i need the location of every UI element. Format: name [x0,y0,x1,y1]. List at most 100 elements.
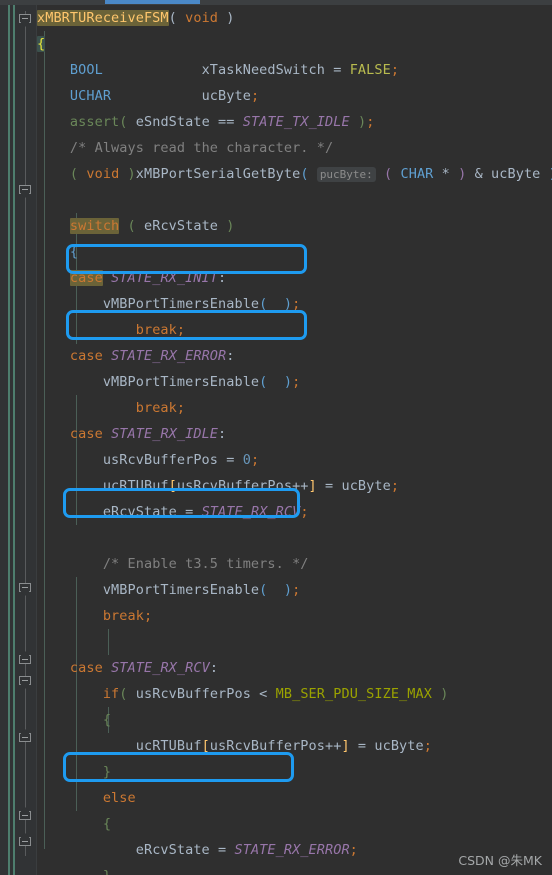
vcs-change-stripe-right [13,5,15,875]
keyword-break-3: break; [102,608,153,624]
code-line-32[interactable]: { [37,811,552,837]
code-line-13[interactable]: break; [37,317,552,343]
code-line-15[interactable]: vMBPortTimersEnable( ); [37,369,552,395]
code-line-24[interactable]: break; [37,603,552,629]
code-line-19[interactable]: ucRTUBuf[usRcvBufferPos++] = ucByte; [37,473,552,499]
code-line-31[interactable]: else [37,785,552,811]
code-line-7[interactable]: ( void )xMBPortSerialGetByte( pucByte: (… [37,161,552,187]
punct: ( [119,686,136,702]
punct: ; [292,374,301,390]
code-line-4[interactable]: UCHAR ucByte; [37,83,552,109]
code-line-14[interactable]: case STATE_RX_ERROR: [37,343,552,369]
open-brace-if: { [102,712,112,728]
fold-marker-function-end[interactable] [19,832,33,846]
function-name-token: xMBRTUReceiveFSM [37,10,169,26]
code-line-21-blank[interactable] [37,525,552,551]
punct: ( ) [259,374,293,390]
code-line-27[interactable]: if( usRcvBufferPos < MB_SER_PDU_SIZE_MAX… [37,681,552,707]
var-ucbyte: ucByte [201,88,251,104]
code-line-22[interactable]: /* Enable t3.5 timers. */ [37,551,552,577]
keyword-else: else [102,790,136,806]
punct: ( [168,10,186,26]
code-line-5[interactable]: assert( eSndState == STATE_TX_IDLE ); [37,109,552,135]
inlay-param-hint-pucbyte[interactable]: pucByte: [316,167,376,182]
type-bool: BOOL [69,62,103,78]
punct: ( [119,114,136,130]
punct: = [325,62,350,78]
code-line-12[interactable]: vMBPortTimersEnable( ); [37,291,552,317]
code-editor-window: xMBRTUReceiveFSM( void ) { BOOL xTaskNee… [0,0,552,875]
comment-always-read: /* Always read the character. */ [69,140,334,156]
code-line-8-blank[interactable] [37,187,552,213]
active-tab-underline[interactable] [105,0,200,4]
code-line-11[interactable]: case STATE_RX_INIT: [37,265,552,291]
call-assert: assert [69,114,120,130]
open-brace-else: { [102,816,112,832]
punct: [ [168,478,177,494]
fold-marker-switch-end[interactable] [19,806,33,820]
code-line-2[interactable]: { [37,31,552,57]
fold-marker-if[interactable] [19,583,33,597]
punct: ++ [292,478,309,494]
comment-enable-t35: /* Enable t3.5 timers. */ [102,556,309,572]
punct: ] [308,478,317,494]
code-line-3[interactable]: BOOL xTaskNeedSwitch = FALSE; [37,57,552,83]
fold-marker-else[interactable] [19,676,33,690]
code-line-9[interactable]: switch ( eRcvState ) [37,213,552,239]
fold-marker-else-end[interactable] [19,728,33,742]
punct: : [218,426,227,442]
var-ercvstate-assign: eRcvState [102,504,177,520]
call-vmbporttimersenable-2: vMBPortTimersEnable [102,374,260,390]
enum-state-rx-rcv: STATE_RX_RCV [111,660,210,676]
code-line-18[interactable]: usRcvBufferPos = 0; [37,447,552,473]
code-line-16[interactable]: break; [37,395,552,421]
code-line-10[interactable]: { [37,239,552,265]
punct: ; [390,62,400,78]
fold-marker-function[interactable] [19,14,33,28]
keyword-case-2: case [69,348,103,364]
enum-state-rx-error: STATE_RX_ERROR [111,348,227,364]
punct: ; [300,504,309,520]
call-vmbporttimersenable-3: vMBPortTimersEnable [102,582,260,598]
code-line-1[interactable]: xMBRTUReceiveFSM( void ) [37,5,552,31]
punct: ( [300,166,317,182]
fold-marker-if-end[interactable] [19,650,33,664]
code-line-29[interactable]: ucRTUBuf[usRcvBufferPos++] = ucByte; [37,733,552,759]
keyword-void-cast: void [86,166,120,182]
var-ucbyte-assign: ucByte [341,478,391,494]
code-line-26[interactable]: case STATE_RX_RCV: [37,655,552,681]
var-usrcvbufferpos-idx: usRcvBufferPos [176,478,293,494]
code-line-25-blank[interactable] [37,629,552,655]
punct: ; [349,842,358,858]
var-ucbyte-assign2: ucByte [374,738,424,754]
punct: ) [540,166,552,182]
code-line-17[interactable]: case STATE_RX_IDLE: [37,421,552,447]
call-xmbportserialgetbyte: xMBPortSerialGetByte [135,166,301,182]
code-line-28[interactable]: { [37,707,552,733]
code-line-23[interactable]: vMBPortTimersEnable( ); [37,577,552,603]
code-line-20[interactable]: eRcvState = STATE_RX_RCV; [37,499,552,525]
code-text-area[interactable]: xMBRTUReceiveFSM( void ) { BOOL xTaskNee… [37,5,552,875]
fold-marker-switch[interactable] [19,185,33,199]
vcs-change-stripe-left [8,5,10,875]
code-line-30[interactable]: } [37,759,552,785]
code-line-6[interactable]: /* Always read the character. */ [37,135,552,161]
csdn-watermark: CSDN @朱MK [458,853,542,868]
punct: < [250,686,276,702]
